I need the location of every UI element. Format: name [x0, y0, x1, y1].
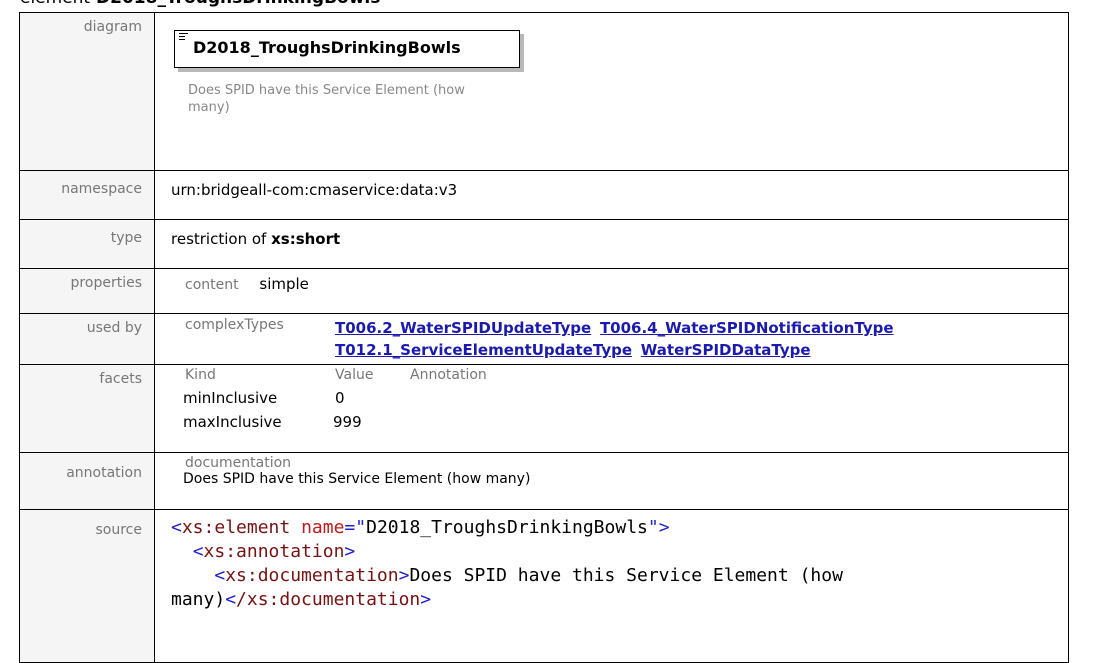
- source-code: <xs:element name="D2018_TroughsDrinkingB…: [154, 509, 1069, 663]
- annotation-text: Does SPID have this Service Element (how…: [183, 471, 531, 487]
- element-diagram-box: D2018_TroughsDrinkingBowls: [174, 30, 520, 68]
- facets-label: facets: [19, 364, 155, 453]
- link-water-spid-data-type[interactable]: WaterSPIDDataType: [641, 341, 811, 359]
- link-t006-4-water-spid-notification-type[interactable]: T006.4_WaterSPIDNotificationType: [600, 319, 894, 337]
- diagram-note: Does SPID have this Service Element (how…: [188, 83, 465, 115]
- source-tag: xs:annotation: [203, 541, 345, 562]
- element-icon: [179, 33, 188, 42]
- facet-value: 999: [333, 413, 362, 431]
- row-facets: facets Kind Value Annotation minInclusiv…: [19, 364, 1069, 453]
- facets-header-value: Value: [335, 367, 374, 383]
- facet-value: 0: [335, 389, 345, 407]
- properties-value: content simple: [154, 268, 1069, 314]
- annotation-kind: documentation: [185, 455, 292, 471]
- properties-key: content: [185, 277, 239, 293]
- source-label: source: [19, 509, 155, 663]
- used-by-kind: complexTypes: [185, 317, 284, 333]
- row-type: type restriction of xs:short: [19, 219, 1069, 269]
- type-base: xs:short: [271, 230, 341, 248]
- facets-header-annotation: Annotation: [410, 367, 487, 383]
- diagram-element-name: D2018_TroughsDrinkingBowls: [193, 38, 461, 57]
- row-source: source <xs:element name="D2018_TroughsDr…: [19, 509, 1069, 663]
- used-by-value: complexTypes T006.2_WaterSPIDUpdateType …: [154, 313, 1069, 365]
- source-line-4: many)</xs:documentation>: [171, 589, 432, 610]
- page-title-name: D2018_TroughsDrinkingBowls: [96, 0, 380, 8]
- page-title-prefix: element: [20, 0, 90, 8]
- link-t012-1-service-element-update-type[interactable]: T012.1_ServiceElementUpdateType: [335, 341, 632, 359]
- facet-kind: maxInclusive: [183, 413, 282, 431]
- source-tag: /xs:documentation: [236, 589, 421, 610]
- source-line-2: <xs:annotation>: [192, 541, 356, 562]
- annotation-value: documentation Does SPID have this Servic…: [154, 452, 1069, 510]
- source-attr-value: D2018_TroughsDrinkingBowls: [366, 517, 648, 538]
- namespace-label: namespace: [19, 170, 155, 220]
- annotation-label: annotation: [19, 452, 155, 510]
- used-by-label: used by: [19, 313, 155, 365]
- source-line-1: <xs:element name="D2018_TroughsDrinkingB…: [171, 517, 670, 538]
- row-namespace: namespace urn:bridgeall-com:cmaservice:d…: [19, 170, 1069, 220]
- link-t006-2-water-spid-update-type[interactable]: T006.2_WaterSPIDUpdateType: [335, 319, 591, 337]
- diagram-label: diagram: [19, 12, 155, 171]
- source-line-3: <xs:documentation>Does SPID have this Se…: [214, 565, 843, 586]
- namespace-value: urn:bridgeall-com:cmaservice:data:v3: [154, 170, 1069, 220]
- source-text: Does SPID have this Service Element (how: [409, 565, 843, 586]
- row-properties: properties content simple: [19, 268, 1069, 314]
- facets-header-kind: Kind: [185, 367, 216, 383]
- facet-kind: minInclusive: [183, 389, 278, 407]
- source-tag: xs:element: [181, 517, 291, 538]
- row-used-by: used by complexTypes T006.2_WaterSPIDUpd…: [19, 313, 1069, 365]
- source-text: many): [171, 589, 226, 610]
- facets-value: Kind Value Annotation minInclusive 0 max…: [154, 364, 1069, 453]
- element-properties-table: diagram namespace urn:bridgeall-com:cmas…: [19, 12, 1069, 663]
- properties-content: simple: [259, 275, 309, 293]
- page-title: element D2018_TroughsDrinkingBowls: [20, 0, 380, 8]
- source-attr: name: [301, 517, 345, 538]
- row-annotation: annotation documentation Does SPID have …: [19, 452, 1069, 510]
- type-label: type: [19, 219, 155, 269]
- source-tag: xs:documentation: [225, 565, 399, 586]
- type-value: restriction of xs:short: [154, 219, 1069, 269]
- type-prefix: restriction of: [171, 230, 267, 248]
- properties-label: properties: [19, 268, 155, 314]
